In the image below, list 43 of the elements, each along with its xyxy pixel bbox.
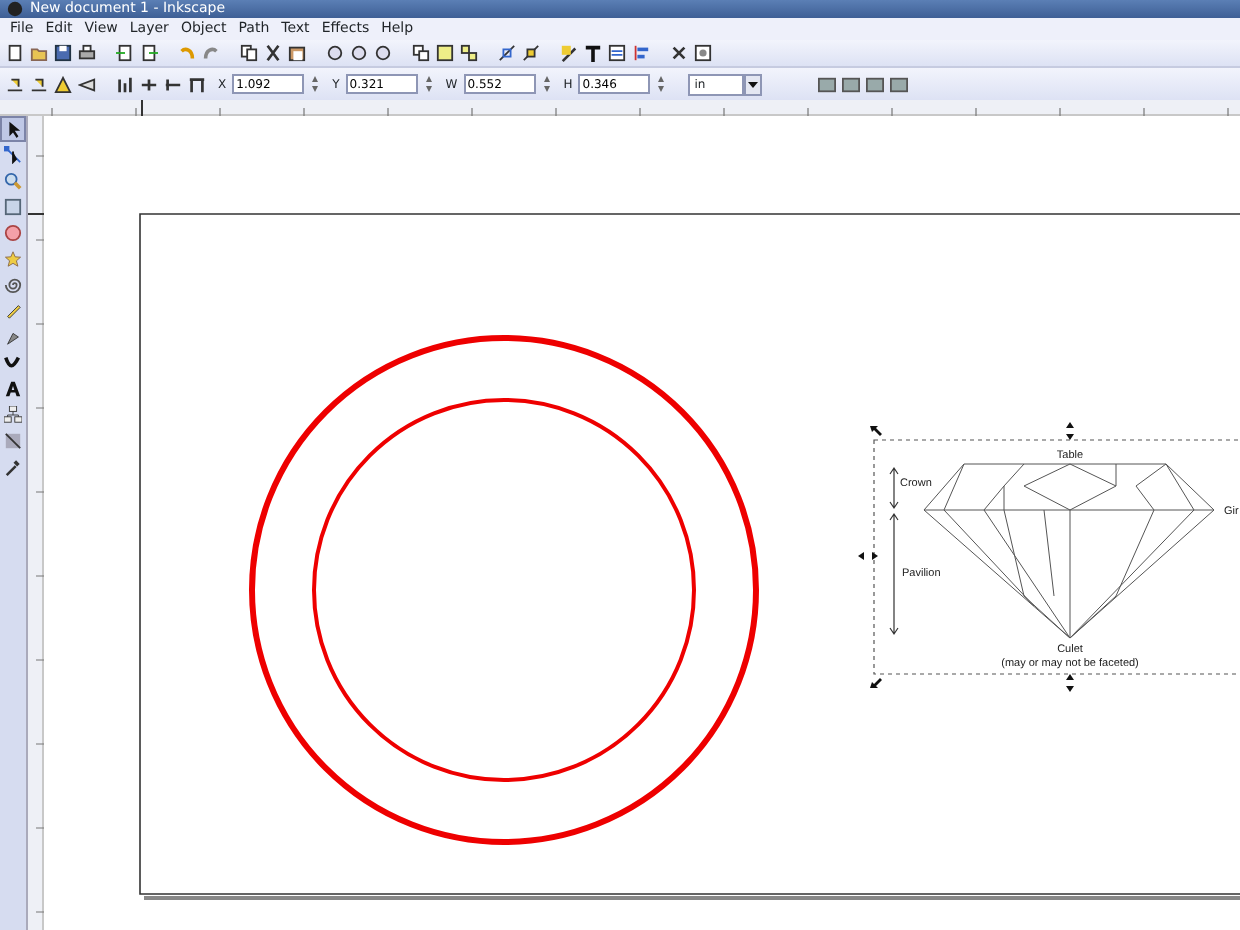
node-tool-icon[interactable] bbox=[0, 142, 26, 168]
save-icon[interactable] bbox=[54, 44, 72, 62]
selection-handle bbox=[870, 678, 882, 688]
group-icon[interactable] bbox=[436, 44, 454, 62]
import-icon[interactable] bbox=[116, 44, 134, 62]
selection-handle bbox=[858, 552, 878, 560]
crown-arrow bbox=[889, 466, 899, 510]
rectangle-tool-icon[interactable] bbox=[0, 194, 26, 220]
dropdown-arrow-button[interactable] bbox=[744, 73, 763, 95]
ungroup-icon[interactable] bbox=[460, 44, 478, 62]
close-icon[interactable] bbox=[670, 44, 688, 62]
caret-icon bbox=[748, 81, 759, 87]
connector-tool-icon[interactable] bbox=[0, 402, 26, 428]
xml-editor-icon[interactable] bbox=[608, 44, 626, 62]
text-icon[interactable] bbox=[584, 44, 602, 62]
print-icon[interactable] bbox=[78, 44, 96, 62]
text-tool-icon[interactable] bbox=[0, 376, 26, 402]
copy-icon[interactable] bbox=[240, 44, 258, 62]
app-icon bbox=[6, 0, 24, 18]
pavilion-arrow bbox=[889, 512, 899, 636]
duplicate-icon[interactable] bbox=[412, 44, 430, 62]
selection-handle bbox=[1066, 674, 1074, 692]
node-icon[interactable] bbox=[522, 44, 540, 62]
zoom-tool-icon[interactable] bbox=[0, 168, 26, 194]
paste-icon[interactable] bbox=[288, 44, 306, 62]
open-folder-icon[interactable] bbox=[30, 44, 48, 62]
new-document-icon[interactable] bbox=[6, 44, 24, 62]
fill-stroke-icon[interactable] bbox=[560, 44, 578, 62]
ellipse-tool-icon[interactable] bbox=[0, 220, 26, 246]
selection-handle bbox=[870, 426, 882, 436]
spin-arrows-icon[interactable] bbox=[423, 74, 434, 94]
spin-arrows-icon[interactable] bbox=[541, 74, 552, 94]
selection-handle bbox=[1066, 422, 1074, 440]
align-icon[interactable] bbox=[632, 44, 650, 62]
spin-arrows-icon[interactable] bbox=[656, 74, 667, 94]
node-icon[interactable] bbox=[498, 44, 516, 62]
star-tool-icon[interactable] bbox=[0, 246, 26, 272]
spin-arrows-icon[interactable] bbox=[310, 74, 321, 94]
gradient-tool-icon[interactable] bbox=[0, 428, 26, 454]
export-icon[interactable] bbox=[140, 44, 158, 62]
preferences-icon[interactable] bbox=[694, 44, 712, 62]
redo-icon[interactable] bbox=[202, 44, 220, 62]
cut-icon[interactable] bbox=[264, 44, 282, 62]
